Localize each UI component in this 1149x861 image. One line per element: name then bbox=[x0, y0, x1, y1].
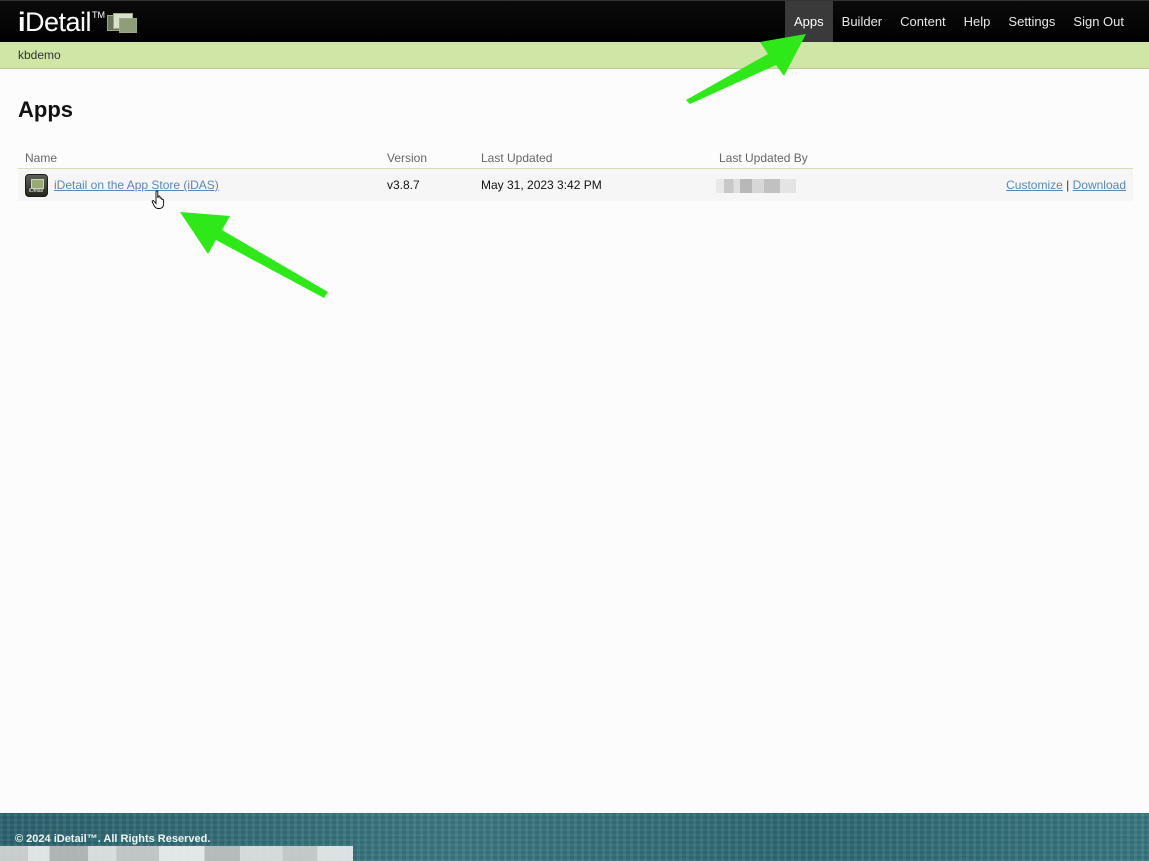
table-header: Name Version Last Updated Last Updated B… bbox=[18, 148, 1133, 169]
logo-mark-icon bbox=[107, 13, 139, 37]
column-header-version: Version bbox=[387, 151, 428, 165]
nav-settings[interactable]: Settings bbox=[999, 1, 1064, 43]
annotation-arrow-to-app-link bbox=[180, 212, 328, 298]
logo-tm: TM bbox=[92, 10, 106, 20]
nav-help[interactable]: Help bbox=[955, 1, 1000, 43]
logo-text: iDetail bbox=[18, 7, 92, 37]
table-row: iDetail iDetail on the App Store (iDAS) … bbox=[18, 169, 1133, 201]
top-navigation-bar: iDetail TM Apps Builder Content Help Set… bbox=[0, 0, 1149, 43]
redacted-footer-content bbox=[0, 846, 353, 861]
idetail-logo[interactable]: iDetail TM bbox=[18, 7, 139, 37]
column-header-last-updated-by: Last Updated By bbox=[719, 151, 808, 165]
logo-text-rest: Detail bbox=[25, 7, 92, 37]
nav-content[interactable]: Content bbox=[891, 1, 955, 43]
app-version: v3.8.7 bbox=[387, 178, 420, 192]
account-bar: kbdemo bbox=[0, 42, 1149, 69]
apps-table: Name Version Last Updated Last Updated B… bbox=[18, 148, 1133, 201]
row-actions: Customize | Download bbox=[1006, 178, 1126, 192]
column-header-name: Name bbox=[25, 151, 58, 165]
nav-apps[interactable]: Apps bbox=[785, 1, 833, 43]
customize-link[interactable]: Customize bbox=[1006, 178, 1063, 192]
main-nav: Apps Builder Content Help Settings Sign … bbox=[785, 1, 1133, 43]
account-name: kbdemo bbox=[18, 48, 61, 62]
nav-builder[interactable]: Builder bbox=[833, 1, 891, 43]
page-footer: © 2024 iDetail™. All Rights Reserved. bbox=[0, 813, 1149, 861]
app-last-updated-by-redacted bbox=[716, 179, 796, 193]
page-title: Apps bbox=[18, 97, 73, 122]
app-name-link[interactable]: iDetail on the App Store (iDAS) bbox=[54, 178, 219, 192]
app-icon[interactable]: iDetail bbox=[25, 174, 48, 197]
nav-sign-out[interactable]: Sign Out bbox=[1064, 1, 1133, 43]
actions-separator: | bbox=[1066, 178, 1070, 192]
download-link[interactable]: Download bbox=[1073, 178, 1126, 192]
column-header-last-updated: Last Updated bbox=[481, 151, 553, 165]
hand-cursor-icon bbox=[151, 190, 165, 209]
copyright-text: © 2024 iDetail™. All Rights Reserved. bbox=[15, 833, 211, 845]
app-last-updated: May 31, 2023 3:42 PM bbox=[481, 178, 602, 192]
